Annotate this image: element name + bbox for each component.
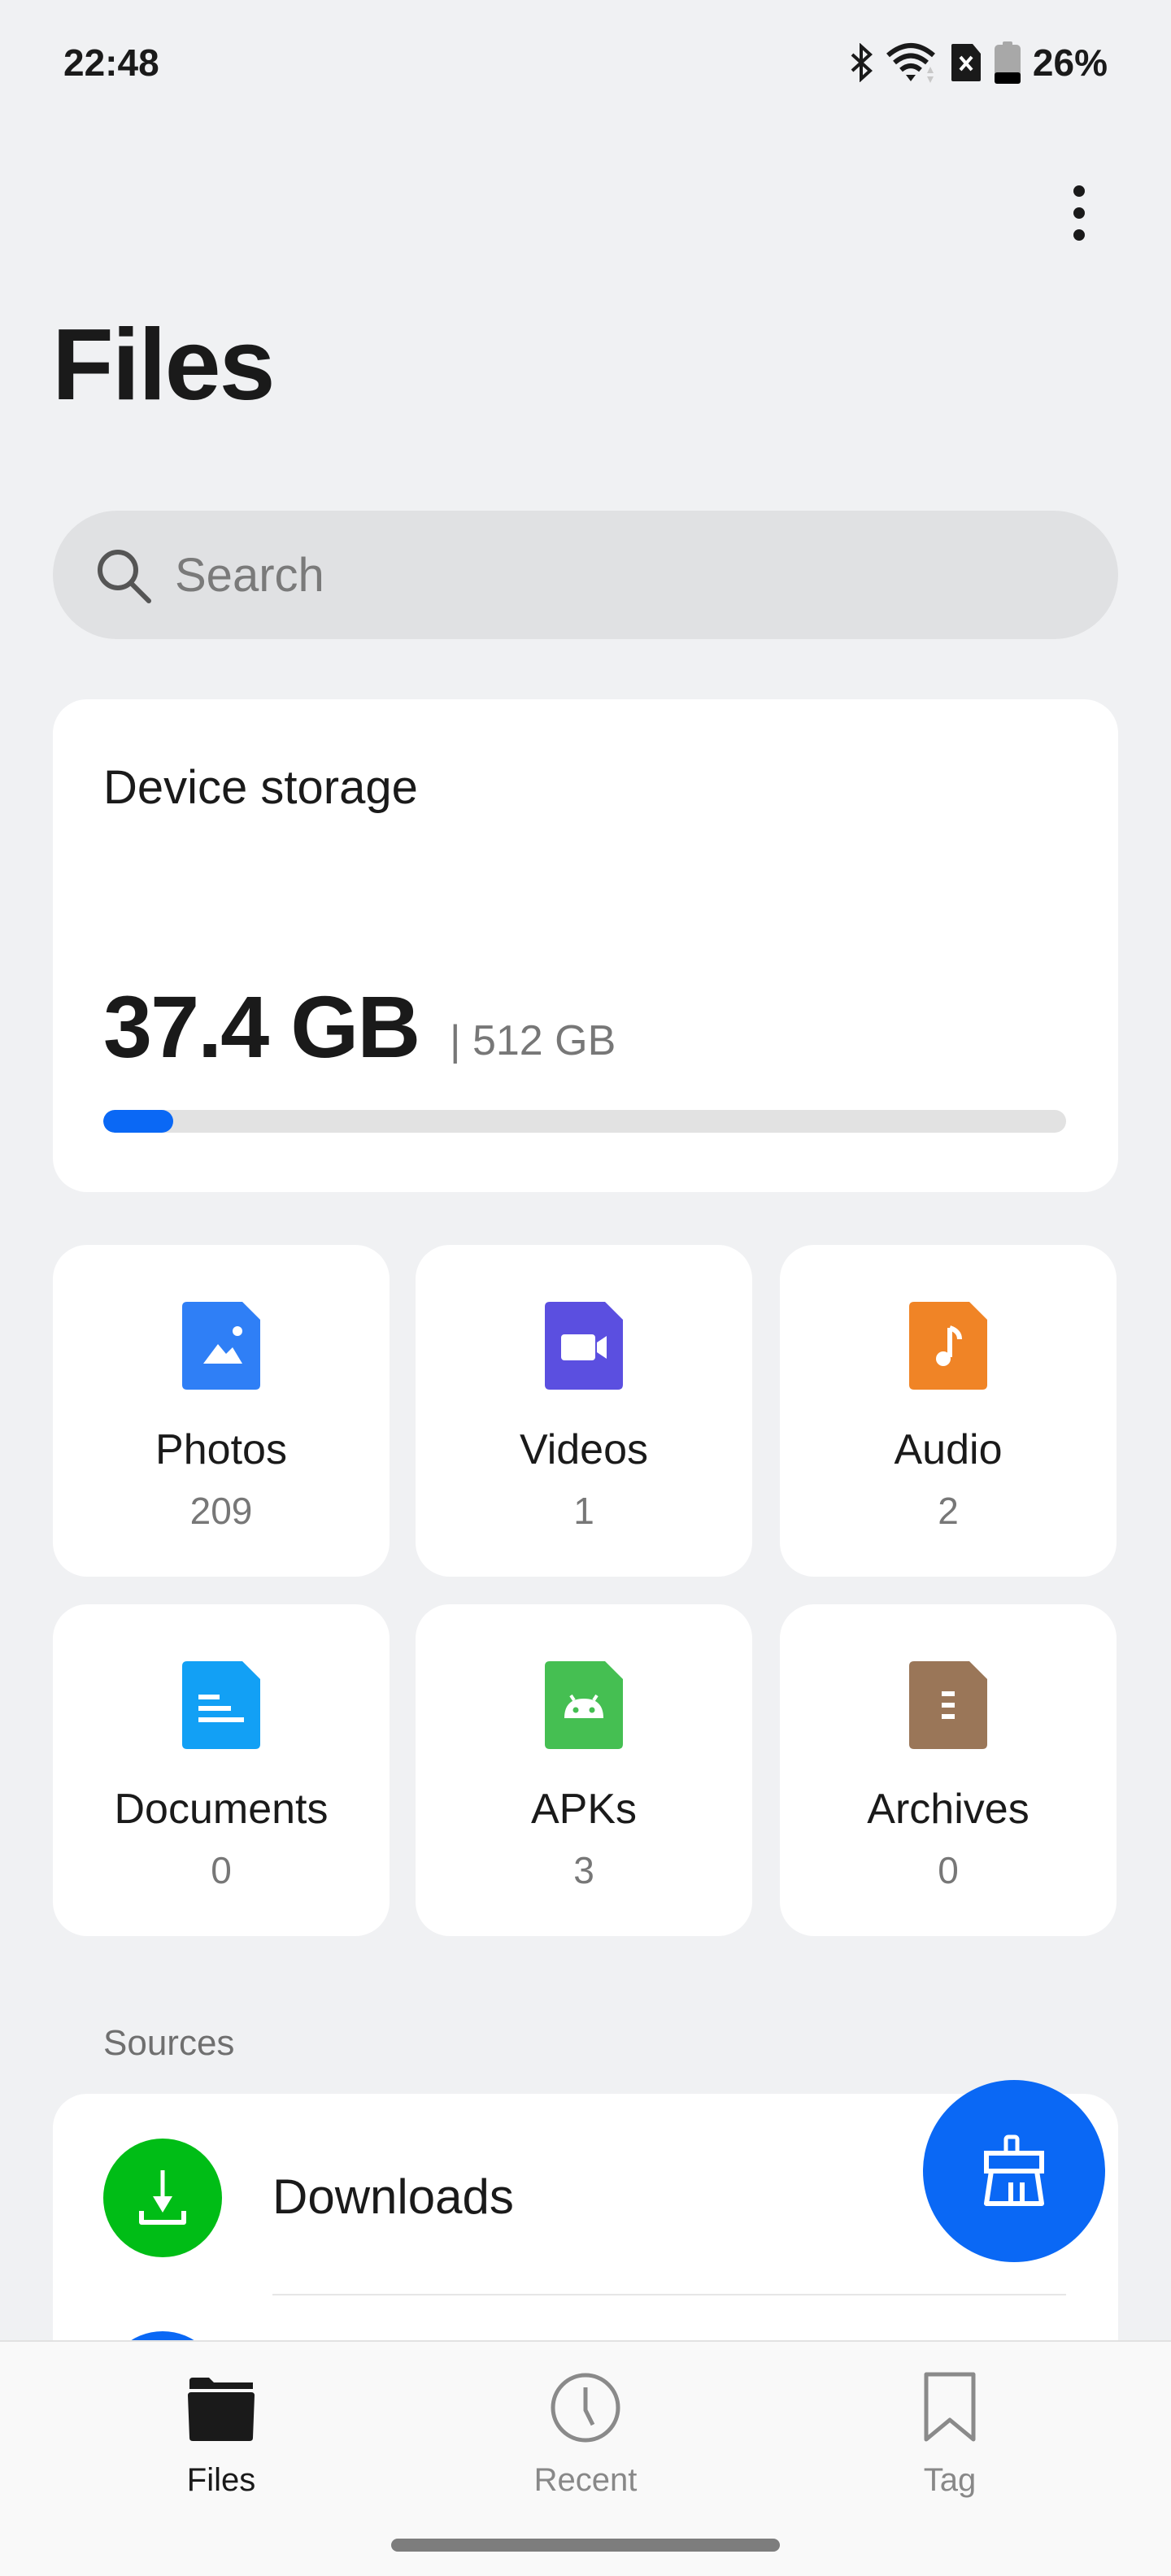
- document-icon: [182, 1661, 260, 1749]
- category-apks[interactable]: APKs 3: [416, 1604, 752, 1936]
- category-label: Videos: [519, 1426, 649, 1473]
- more-options-button[interactable]: [1059, 181, 1099, 246]
- category-label: Documents: [114, 1786, 329, 1833]
- music-icon: [909, 1302, 987, 1390]
- no-sim-icon: [951, 44, 981, 81]
- divider: [272, 2294, 1066, 2295]
- sources-label: Sources: [103, 2023, 235, 2063]
- battery-icon: [994, 41, 1021, 84]
- clock-icon: [551, 2373, 620, 2443]
- page-title: Files: [52, 309, 276, 421]
- more-vertical-icon: [1073, 185, 1085, 197]
- category-videos[interactable]: Videos 1: [416, 1245, 752, 1577]
- battery-percent: 26%: [1032, 41, 1108, 84]
- category-count: 3: [573, 1849, 594, 1891]
- wifi-icon: [886, 43, 935, 83]
- category-label: Audio: [894, 1426, 1003, 1473]
- device-storage-card[interactable]: Device storage 37.4 GB | 512 GB: [53, 699, 1118, 1192]
- search-bar[interactable]: [53, 511, 1118, 639]
- category-photos[interactable]: Photos 209: [53, 1245, 390, 1577]
- folder-icon: [188, 2378, 255, 2441]
- nav-files-label: Files: [186, 2462, 256, 2498]
- category-count: 0: [938, 1849, 959, 1891]
- category-audio[interactable]: Audio 2: [780, 1245, 1117, 1577]
- category-count: 0: [211, 1849, 232, 1891]
- archive-icon: [909, 1661, 987, 1749]
- video-icon: [545, 1302, 623, 1390]
- nav-tag[interactable]: Tag: [828, 2371, 1072, 2499]
- search-icon: [98, 550, 151, 603]
- category-count: 1: [573, 1490, 594, 1532]
- nav-recent-label: Recent: [533, 2462, 638, 2498]
- search-input[interactable]: [175, 547, 988, 603]
- status-icons: 26%: [849, 41, 1108, 85]
- category-documents[interactable]: Documents 0: [53, 1604, 390, 1936]
- category-archives[interactable]: Archives 0: [780, 1604, 1117, 1936]
- category-label: APKs: [530, 1786, 638, 1833]
- image-icon: [182, 1302, 260, 1390]
- category-count: 2: [938, 1490, 959, 1532]
- storage-progress-bar: [103, 1110, 1066, 1133]
- storage-progress-fill: [103, 1110, 174, 1133]
- storage-title: Device storage: [103, 761, 418, 814]
- nav-recent[interactable]: Recent: [464, 2371, 707, 2499]
- android-icon: [545, 1661, 623, 1749]
- bookmark-icon: [924, 2372, 976, 2442]
- status-time: 22:48: [63, 41, 159, 84]
- category-label: Photos: [155, 1426, 287, 1473]
- clean-brush-icon: [984, 2134, 1044, 2206]
- downloads-icon: [103, 2139, 222, 2257]
- nav-files[interactable]: Files: [99, 2371, 343, 2499]
- category-count: 209: [189, 1490, 253, 1532]
- bluetooth-icon: [851, 43, 873, 82]
- storage-total: | 512 GB: [450, 1017, 616, 1064]
- clean-button[interactable]: [923, 2080, 1105, 2262]
- source-downloads[interactable]: Downloads: [272, 2169, 514, 2225]
- home-indicator[interactable]: [391, 2539, 780, 2552]
- storage-used: 37.4 GB: [103, 977, 420, 1076]
- nav-tag-label: Tag: [923, 2462, 977, 2498]
- category-label: Archives: [867, 1786, 1030, 1833]
